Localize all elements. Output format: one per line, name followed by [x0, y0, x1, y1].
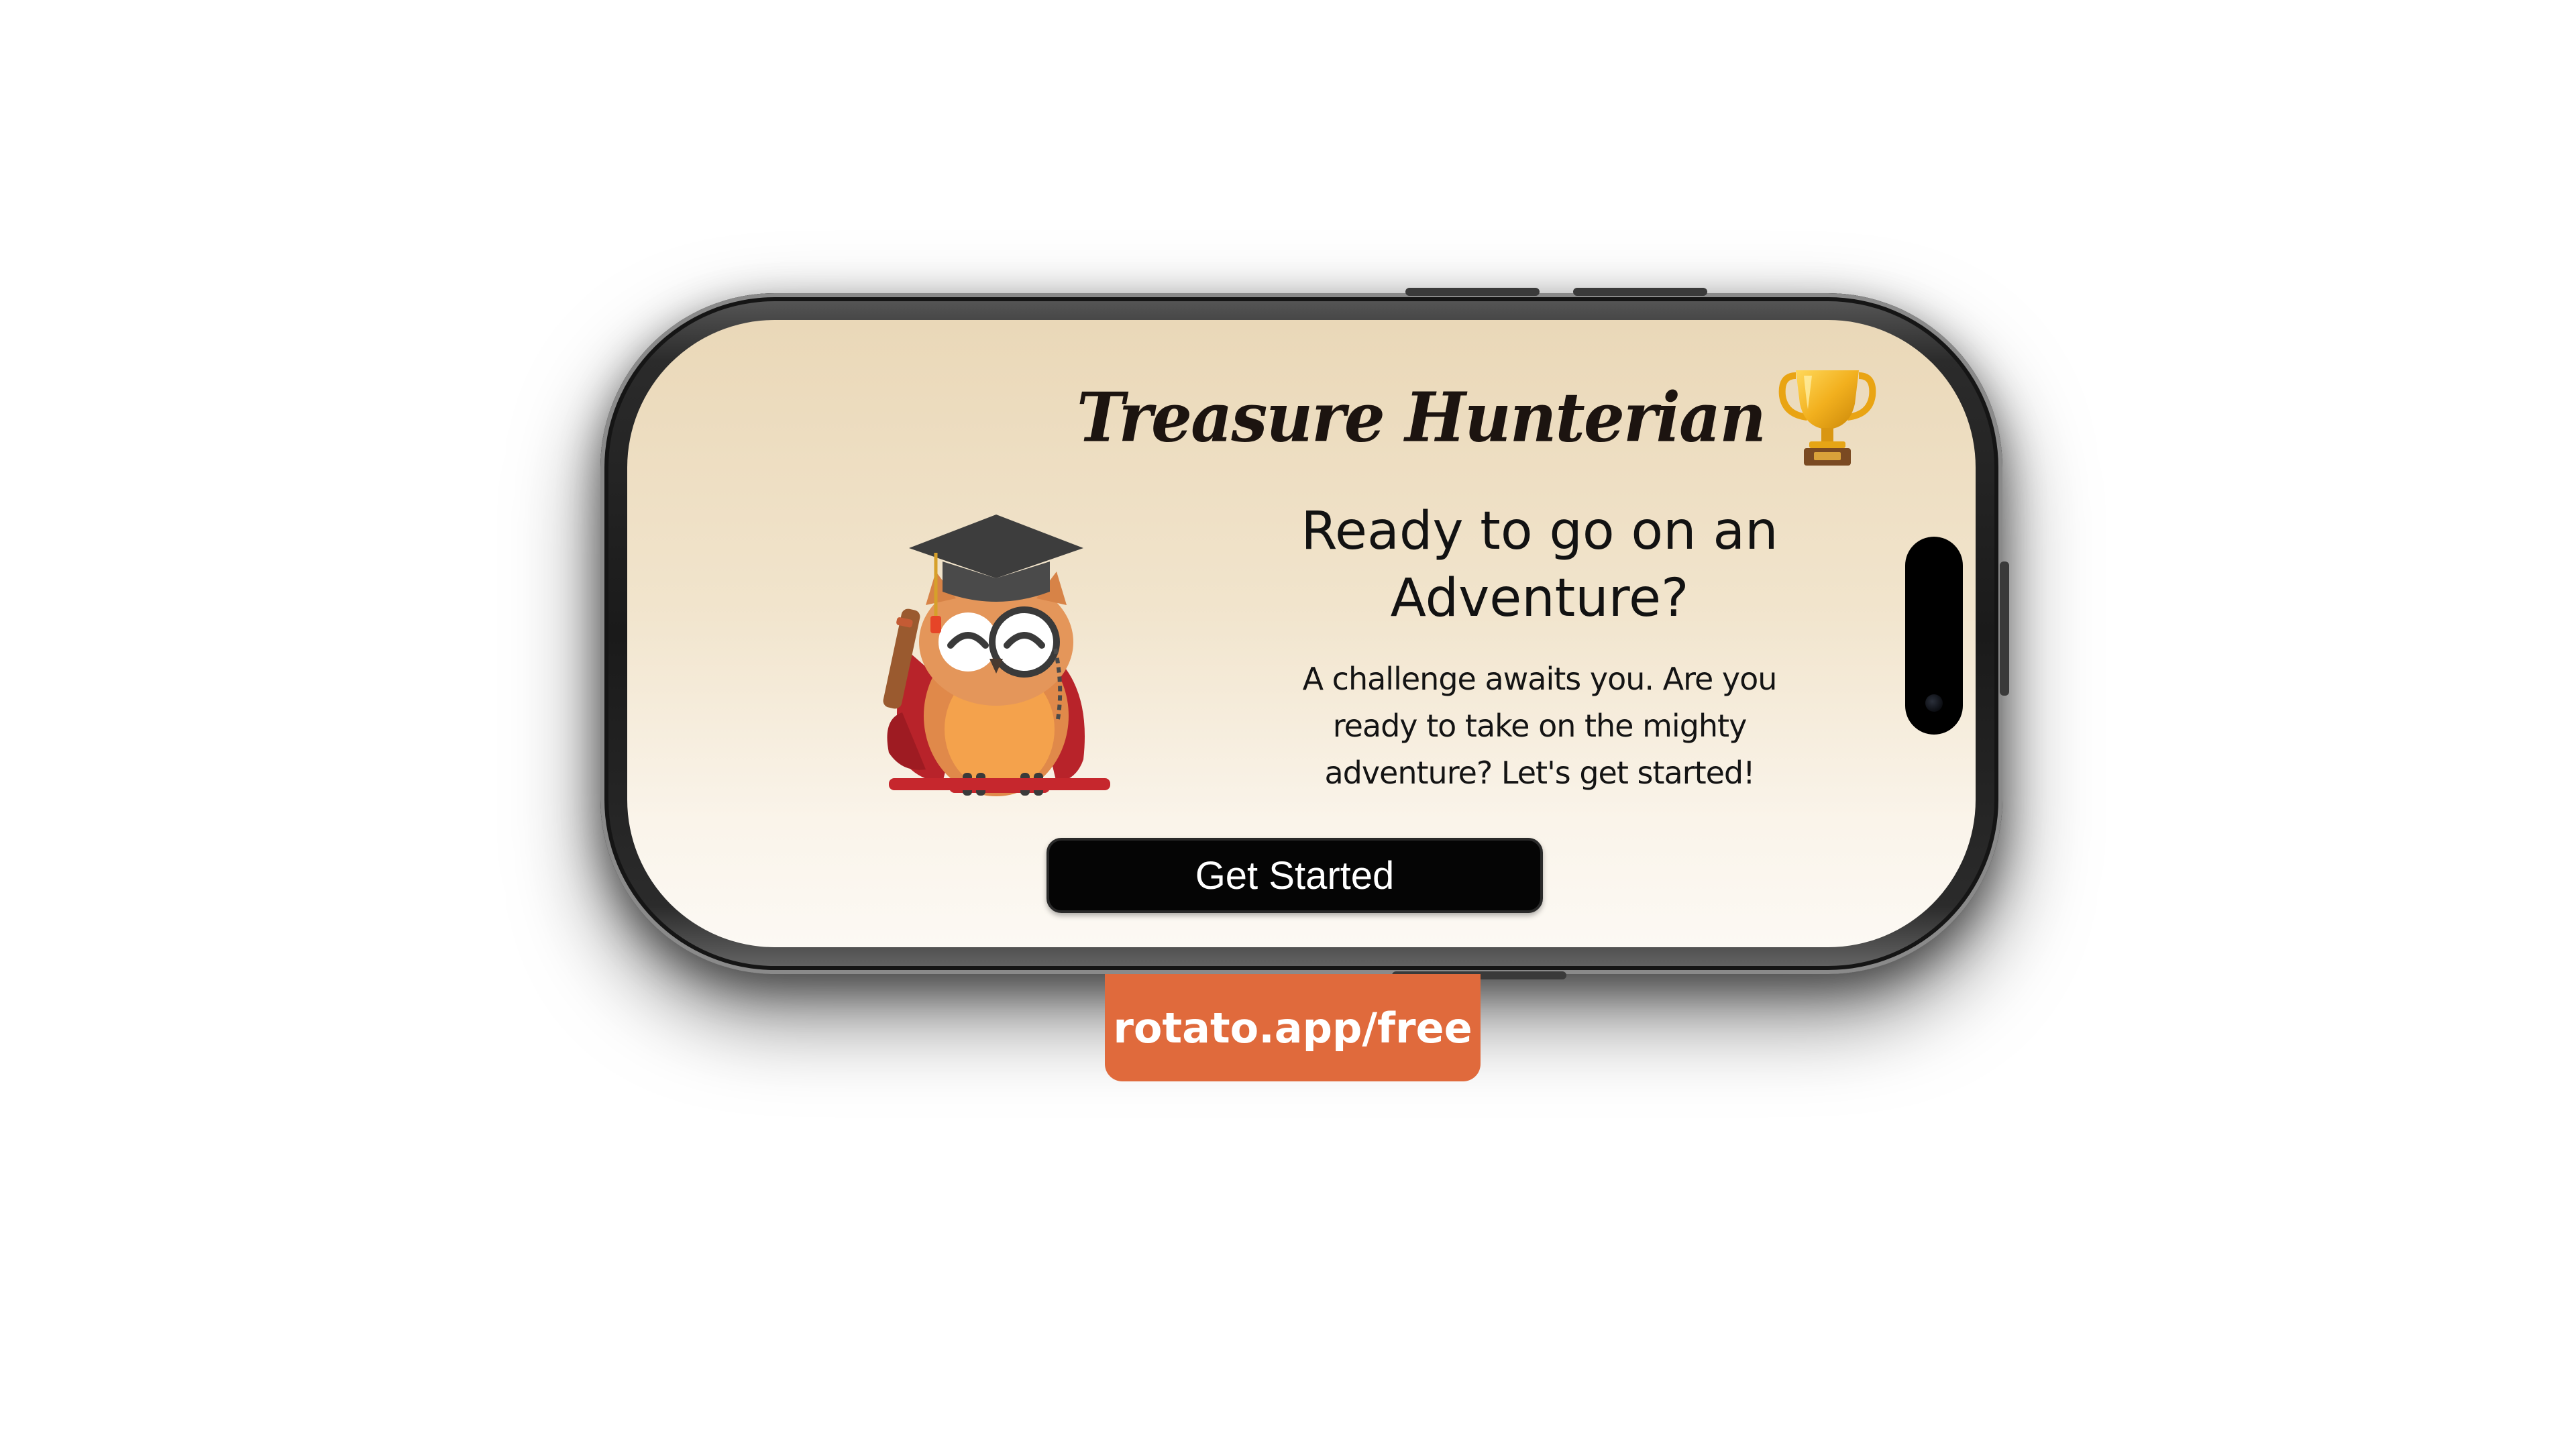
intro-line: A challenge awaits you. Are you [1302, 661, 1778, 697]
intro-text: A challenge awaits you. Are you ready to… [1251, 655, 1828, 796]
action-button [2000, 561, 2009, 696]
headline: Ready to go on an Adventure? [1211, 498, 1868, 632]
app-screen: Treasure Hunterian Ready to go on an Adv… [627, 320, 1976, 947]
headline-line: Ready to go on an [1301, 501, 1778, 561]
app-header: Treasure Hunterian [1077, 367, 1878, 468]
app-title: Treasure Hunterian [1077, 377, 1766, 458]
stage: Treasure Hunterian Ready to go on an Adv… [0, 0, 2576, 1449]
intro-line: ready to take on the mighty [1332, 708, 1748, 744]
watermark-badge[interactable]: rotato.app/free [1105, 974, 1481, 1081]
dynamic-island [1905, 537, 1963, 735]
intro-line: adventure? Let's get started! [1324, 755, 1755, 791]
get-started-button[interactable]: Get Started [1046, 838, 1543, 913]
graduate-owl-icon [883, 515, 1110, 796]
trophy-icon [1778, 370, 1876, 466]
volume-button [1573, 288, 1707, 296]
camera-icon [1925, 694, 1943, 712]
headline-line: Adventure? [1390, 568, 1689, 629]
volume-button [1405, 288, 1540, 296]
phone-mockup: Treasure Hunterian Ready to go on an Adv… [600, 288, 2009, 979]
